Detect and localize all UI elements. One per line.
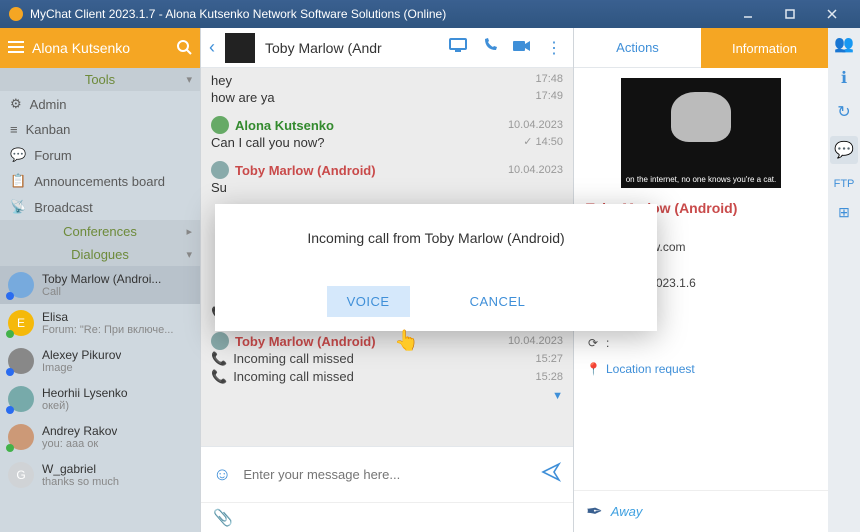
dialogue-item[interactable]: Alexey Pikurov Image bbox=[0, 342, 200, 380]
location-icon: 📍 bbox=[586, 362, 600, 376]
sidebar: Alona Kutsenko Tools▾ ⚙Admin≡Kanban💬Foru… bbox=[0, 28, 200, 532]
current-user-name: Alona Kutsenko bbox=[32, 40, 176, 56]
tools-section-header[interactable]: Tools▾ bbox=[0, 68, 200, 91]
contacts-icon[interactable]: 👥 bbox=[834, 34, 854, 54]
maximize-button[interactable] bbox=[770, 0, 810, 28]
dialogue-subtitle: thanks so much bbox=[42, 476, 119, 488]
back-icon[interactable]: ‹ bbox=[209, 37, 215, 58]
sidebar-header: Alona Kutsenko bbox=[0, 28, 200, 68]
more-icon[interactable]: ⋮ bbox=[543, 38, 565, 58]
video-call-icon[interactable] bbox=[511, 39, 533, 57]
tool-icon: 📡 bbox=[10, 199, 26, 215]
phone-missed-icon: 📞 bbox=[211, 351, 227, 367]
dialogue-name: Andrey Rakov bbox=[42, 424, 117, 438]
chat-header: ‹ Toby Marlow (Andr ⋮ bbox=[201, 28, 573, 68]
send-icon[interactable] bbox=[541, 462, 561, 487]
avatar bbox=[8, 424, 34, 450]
app-icon bbox=[8, 6, 24, 22]
phone-missed-icon: 📞 bbox=[211, 369, 227, 385]
status-row[interactable]: ✒ Away bbox=[574, 490, 828, 532]
dialogue-item[interactable]: G W_gabriel thanks so much bbox=[0, 456, 200, 494]
dialogue-name: W_gabriel bbox=[42, 462, 119, 476]
avatar bbox=[8, 272, 34, 298]
message-input-row: ☺ bbox=[201, 446, 573, 502]
dialogue-name: Elisa bbox=[42, 310, 173, 324]
chat-contact-name: Toby Marlow (Andr bbox=[265, 40, 437, 56]
dialogue-name: Heorhii Lysenko bbox=[42, 386, 128, 400]
tool-icon: 📋 bbox=[10, 173, 26, 189]
chat-icon[interactable]: 💬 bbox=[830, 136, 858, 164]
dialogue-item[interactable]: Andrey Rakov you: ааа ок bbox=[0, 418, 200, 456]
dialogue-item[interactable]: E Elisa Forum: "Re: При включе... bbox=[0, 304, 200, 342]
avatar bbox=[8, 386, 34, 412]
scroll-down-icon[interactable]: ▼ bbox=[211, 386, 563, 402]
minimize-button[interactable] bbox=[728, 0, 768, 28]
chevron-down-icon: ▾ bbox=[186, 73, 192, 86]
sender-avatar bbox=[211, 161, 229, 179]
window-titlebar: MyChat Client 2023.1.7 - Alona Kutsenko … bbox=[0, 0, 860, 28]
dialogue-subtitle: окей) bbox=[42, 400, 128, 412]
message-input[interactable] bbox=[243, 467, 529, 482]
chevron-down-icon: ▾ bbox=[186, 248, 192, 261]
conferences-section-header[interactable]: Conferences▸ bbox=[0, 220, 200, 243]
pen-icon: ✒ bbox=[586, 499, 603, 524]
dialogue-subtitle: Call bbox=[42, 286, 161, 298]
chevron-right-icon: ▸ bbox=[186, 225, 192, 238]
sender-avatar bbox=[211, 116, 229, 134]
info-icon[interactable]: ℹ bbox=[841, 68, 847, 88]
avatar: E bbox=[8, 310, 34, 336]
sender-avatar bbox=[211, 332, 229, 350]
avatar: G bbox=[8, 462, 34, 488]
dialogue-subtitle: Image bbox=[42, 362, 121, 374]
tool-icon: ⚙ bbox=[10, 96, 22, 112]
dialogue-subtitle: you: ааа ок bbox=[42, 438, 117, 450]
dialogue-item[interactable]: Toby Marlow (Androi... Call bbox=[0, 266, 200, 304]
ftp-button[interactable]: FTP bbox=[834, 178, 855, 190]
history-icon[interactable]: ↻ bbox=[837, 102, 850, 122]
screen-share-icon[interactable] bbox=[447, 38, 469, 57]
dialogue-subtitle: Forum: "Re: При включе... bbox=[42, 324, 173, 336]
tab-actions[interactable]: Actions bbox=[574, 28, 701, 68]
location-request-link[interactable]: 📍Location request bbox=[586, 360, 816, 378]
tool-kanban[interactable]: ≡Kanban bbox=[0, 117, 200, 142]
dialog-message: Incoming call from Toby Marlow (Android) bbox=[235, 230, 637, 246]
tool-icon: 💬 bbox=[10, 147, 26, 163]
tool-icon: ≡ bbox=[10, 122, 18, 137]
tool-admin[interactable]: ⚙Admin bbox=[0, 91, 200, 117]
hamburger-icon[interactable] bbox=[8, 40, 24, 57]
qr-icon[interactable]: ⊞ bbox=[838, 204, 850, 221]
tool-broadcast[interactable]: 📡Broadcast bbox=[0, 194, 200, 220]
dialogues-section-header[interactable]: Dialogues▾ bbox=[0, 243, 200, 266]
voice-button[interactable]: VOICE bbox=[327, 286, 410, 317]
cancel-button[interactable]: CANCEL bbox=[450, 286, 546, 317]
window-title: MyChat Client 2023.1.7 - Alona Kutsenko … bbox=[30, 7, 728, 21]
refresh-icon[interactable]: ⟳ bbox=[586, 336, 600, 350]
contact-image[interactable]: on the internet, no one knows you're a c… bbox=[621, 78, 781, 188]
right-rail: 👥 ℹ ↻ 💬 FTP ⊞ bbox=[828, 28, 860, 532]
dialogue-name: Alexey Pikurov bbox=[42, 348, 121, 362]
emoji-icon[interactable]: ☺ bbox=[213, 464, 231, 485]
tool-announcements-board[interactable]: 📋Announcements board bbox=[0, 168, 200, 194]
voice-call-icon[interactable] bbox=[479, 37, 501, 58]
incoming-call-dialog: Incoming call from Toby Marlow (Android)… bbox=[215, 204, 657, 331]
close-button[interactable] bbox=[812, 0, 852, 28]
dialogue-item[interactable]: Heorhii Lysenko окей) bbox=[0, 380, 200, 418]
tab-information[interactable]: Information bbox=[701, 28, 828, 68]
attachment-icon[interactable]: 📎 bbox=[213, 508, 233, 528]
avatar bbox=[8, 348, 34, 374]
search-icon[interactable] bbox=[176, 39, 192, 58]
tool-forum[interactable]: 💬Forum bbox=[0, 142, 200, 168]
contact-avatar[interactable] bbox=[225, 33, 255, 63]
dialogue-name: Toby Marlow (Androi... bbox=[42, 272, 161, 286]
